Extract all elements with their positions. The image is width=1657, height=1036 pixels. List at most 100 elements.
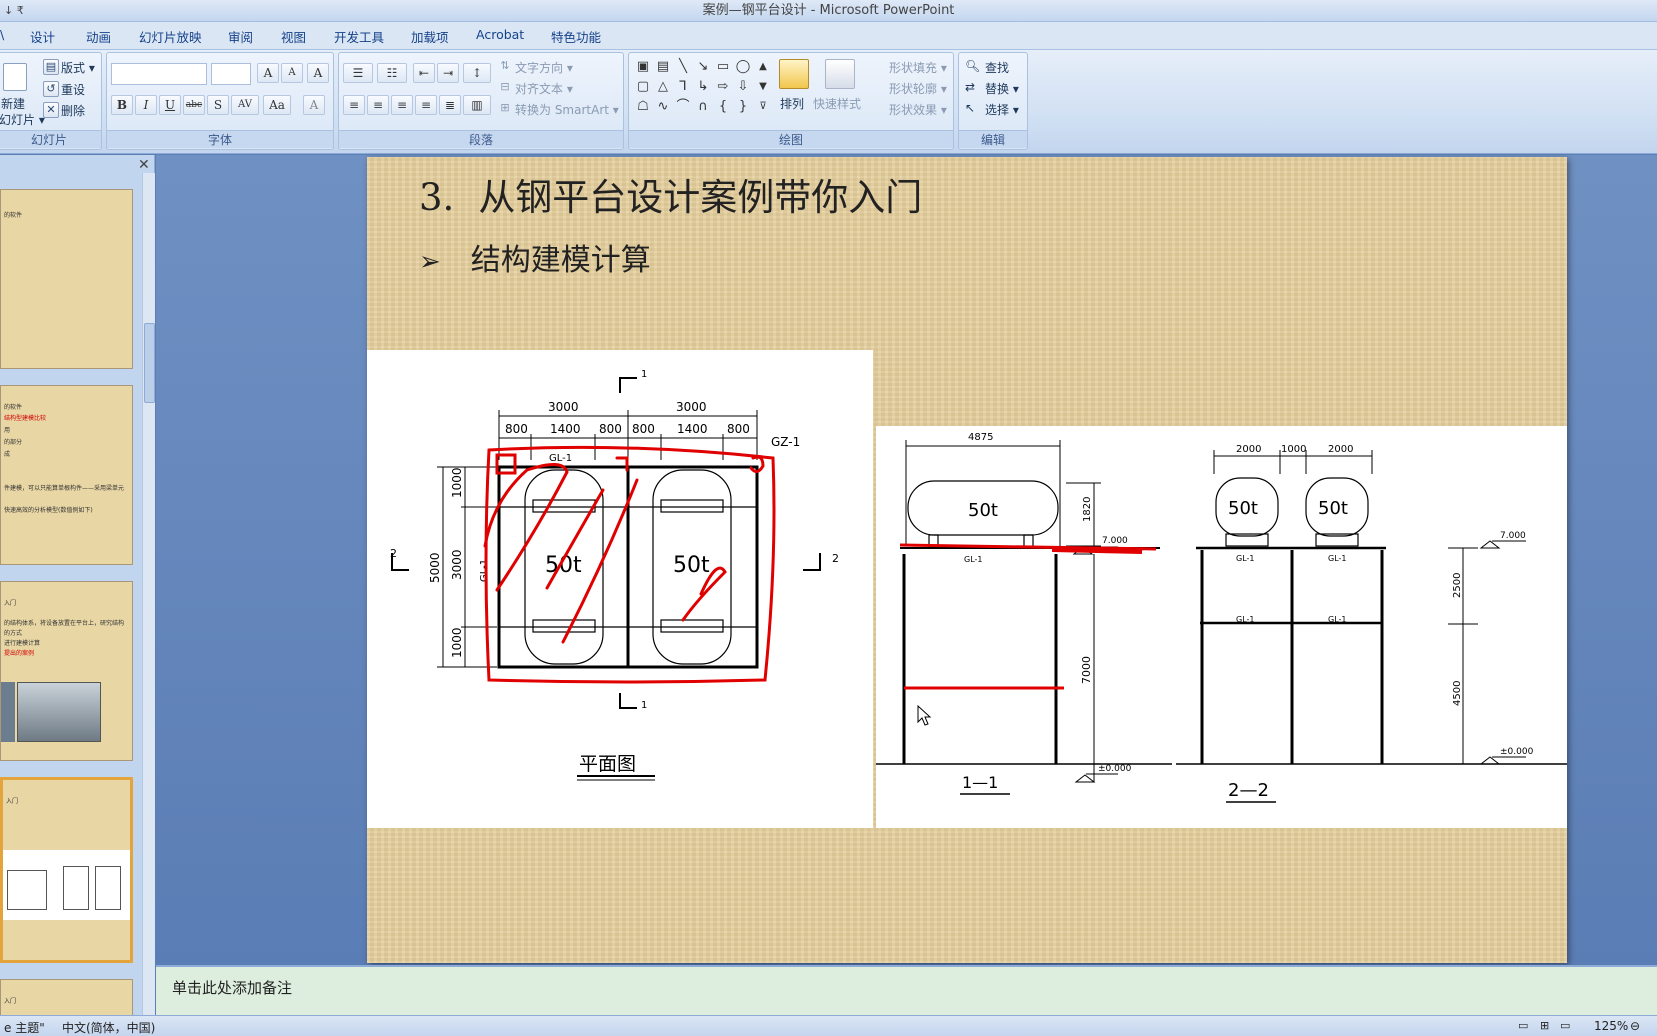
- select-button[interactable]: 选择 ▾: [985, 101, 1019, 118]
- close-icon[interactable]: ✕: [138, 157, 150, 173]
- char-spacing-button[interactable]: AV: [231, 95, 259, 115]
- triangle-shape-icon[interactable]: △: [655, 79, 671, 95]
- align-center-button[interactable]: ≡: [367, 95, 389, 115]
- grow-font-button[interactable]: A: [257, 63, 279, 83]
- roundrect-shape-icon[interactable]: ▢: [635, 79, 651, 95]
- textbox-shape-icon[interactable]: ▣: [635, 59, 651, 75]
- font-color-button[interactable]: A: [303, 95, 325, 115]
- tab-review[interactable]: 审阅: [228, 27, 253, 46]
- tab-view[interactable]: 视图: [281, 27, 306, 46]
- find-button[interactable]: 查找: [985, 59, 1009, 76]
- layout-button[interactable]: 版式 ▾: [61, 59, 95, 76]
- italic-button[interactable]: I: [135, 95, 157, 115]
- change-case-button[interactable]: Aa: [263, 95, 291, 115]
- elbow-arrow-icon[interactable]: ↳: [695, 79, 711, 95]
- slide-thumbnail-3[interactable]: 入门 的结构体系，将设备放置在平台上，研究结构 的方式 进行建模计算 提出的案例: [0, 581, 133, 761]
- align-text-button[interactable]: 对齐文本 ▾: [515, 80, 573, 97]
- slideshow-view-icon[interactable]: ▭: [1560, 1019, 1570, 1032]
- slide-bullet[interactable]: ➢ 结构建模计算: [419, 235, 651, 279]
- clear-format-button[interactable]: A: [307, 63, 329, 83]
- curve-shape-icon[interactable]: ∩: [695, 99, 711, 115]
- shape-effects-button[interactable]: 形状效果 ▾: [889, 101, 947, 118]
- tab-slideshow[interactable]: 幻灯片放映: [139, 27, 202, 46]
- line-spacing-button[interactable]: ↕: [463, 63, 491, 83]
- text-direction-button[interactable]: 文字方向 ▾: [515, 59, 573, 76]
- down-arrow-shape-icon[interactable]: ⇩: [735, 79, 751, 95]
- delete-button[interactable]: 删除: [61, 102, 85, 119]
- bullets-button[interactable]: ☰: [343, 63, 373, 83]
- language-status[interactable]: 中文(简体，中国): [62, 1019, 155, 1036]
- ribbon-tabs: \ 设计 动画 幻灯片放映 审阅 视图 开发工具 加载项 Acrobat 特色功…: [0, 22, 1657, 50]
- slide-thumbnail-2[interactable]: 的软件 结构型建模比较 用 的部分 成 件建模，可以只能算单根构件——采用梁单元…: [0, 385, 133, 565]
- arrow-line-shape-icon[interactable]: ↘: [695, 59, 711, 75]
- quick-styles-button[interactable]: 快速样式: [813, 95, 861, 112]
- elbow-connector-icon[interactable]: ⅂: [675, 79, 691, 95]
- distributed-button[interactable]: ≣: [439, 95, 461, 115]
- font-name-combo[interactable]: [111, 63, 207, 85]
- thumb-text: 的部分: [4, 439, 23, 446]
- decrease-indent-button[interactable]: ⇤: [413, 63, 435, 83]
- scrollbar-thumb[interactable]: [144, 323, 155, 403]
- shapes-more-icon[interactable]: ⊽: [755, 99, 771, 115]
- numbering-button[interactable]: ☷: [377, 63, 407, 83]
- convert-smartart-button[interactable]: 转换为 SmartArt ▾: [515, 101, 619, 118]
- arc-shape-icon[interactable]: ⌒: [675, 99, 691, 115]
- vtextbox-shape-icon[interactable]: ▤: [655, 59, 671, 75]
- zoom-level[interactable]: 125%: [1594, 1019, 1628, 1033]
- tab-special[interactable]: 特色功能: [551, 27, 601, 46]
- oval-shape-icon[interactable]: ◯: [735, 59, 751, 75]
- columns-button[interactable]: ▥: [463, 95, 491, 115]
- reset-button[interactable]: 重设: [61, 81, 85, 98]
- tab-design[interactable]: 设计: [30, 27, 55, 46]
- arrange-button[interactable]: 排列: [780, 95, 804, 112]
- slide[interactable]: 3. 从钢平台设计案例带你入门 ➢ 结构建模计算 1 1 2 2 3000 30…: [367, 157, 1567, 963]
- left-brace-shape-icon[interactable]: {: [715, 99, 731, 115]
- justify-button[interactable]: ≡: [415, 95, 437, 115]
- dim-label: 1400: [550, 422, 581, 436]
- thumbnail-scrollbar[interactable]: [142, 173, 155, 1015]
- tab-addins[interactable]: 加载项: [411, 27, 449, 46]
- scribble-shape-icon[interactable]: ∿: [655, 99, 671, 115]
- replace-button[interactable]: 替换 ▾: [985, 80, 1019, 97]
- dim-label: 5000: [428, 552, 442, 583]
- slide-thumbnail-5[interactable]: 入门: [0, 979, 133, 1019]
- new-slide-dropdown[interactable]: 幻灯片 ▾: [0, 111, 45, 128]
- tab-developer[interactable]: 开发工具: [334, 27, 384, 46]
- shrink-font-button[interactable]: A: [281, 63, 303, 83]
- tab-acrobat[interactable]: Acrobat: [476, 27, 524, 42]
- align-left-button[interactable]: ≡: [343, 95, 365, 115]
- quick-access-toolbar[interactable]: ↓ ₹: [4, 0, 24, 22]
- strikethrough-button[interactable]: abc: [183, 95, 205, 115]
- elevation-drawing-image[interactable]: 4875 1820 7000 7.000 ±0.000 50t GL-1 1—1…: [876, 426, 1567, 828]
- align-right-button[interactable]: ≡: [391, 95, 413, 115]
- shape-outline-button[interactable]: 形状轮廓 ▾: [889, 80, 947, 97]
- shadow-button[interactable]: S: [207, 95, 229, 115]
- slide-thumbnail-4-active[interactable]: 入门: [0, 777, 133, 963]
- freeform-shape-icon[interactable]: ☖: [635, 99, 651, 115]
- zoom-out-icon[interactable]: ⊖: [1630, 1019, 1640, 1033]
- increase-indent-button[interactable]: ⇥: [437, 63, 459, 83]
- font-size-combo[interactable]: [211, 63, 251, 85]
- shapes-scroll-up-icon[interactable]: ▲: [755, 59, 771, 75]
- rectangle-shape-icon[interactable]: ▭: [715, 59, 731, 75]
- bold-button[interactable]: B: [111, 95, 133, 115]
- tab-animation[interactable]: 动画: [86, 27, 111, 46]
- shape-fill-button[interactable]: 形状填充 ▾: [889, 59, 947, 76]
- new-slide-button[interactable]: 新建: [1, 95, 25, 112]
- underline-button[interactable]: U: [159, 95, 181, 115]
- right-brace-shape-icon[interactable]: }: [735, 99, 751, 115]
- tab-home-edge[interactable]: \: [0, 27, 4, 42]
- normal-view-icon[interactable]: ▭: [1518, 1019, 1528, 1032]
- notes-placeholder[interactable]: 单击此处添加备注: [172, 977, 292, 998]
- quick-styles-icon: [825, 59, 855, 89]
- slide-title[interactable]: 3. 从钢平台设计案例带你入门: [419, 167, 922, 221]
- line-shape-icon[interactable]: ╲: [675, 59, 691, 75]
- shapes-scroll-down-icon[interactable]: ▼: [755, 79, 771, 95]
- slide-thumbnail-1[interactable]: 的软件: [0, 189, 133, 369]
- thumb-text: 用: [4, 427, 11, 434]
- slide-sorter-icon[interactable]: ⊞: [1540, 1019, 1549, 1032]
- right-arrow-shape-icon[interactable]: ⇨: [715, 79, 731, 95]
- plan-drawing-image[interactable]: 1 1 2 2 3000 3000 800 1400 800 800 1400 …: [367, 350, 873, 828]
- notes-pane[interactable]: 单击此处添加备注: [156, 965, 1657, 1015]
- mouse-cursor-icon: [917, 704, 932, 726]
